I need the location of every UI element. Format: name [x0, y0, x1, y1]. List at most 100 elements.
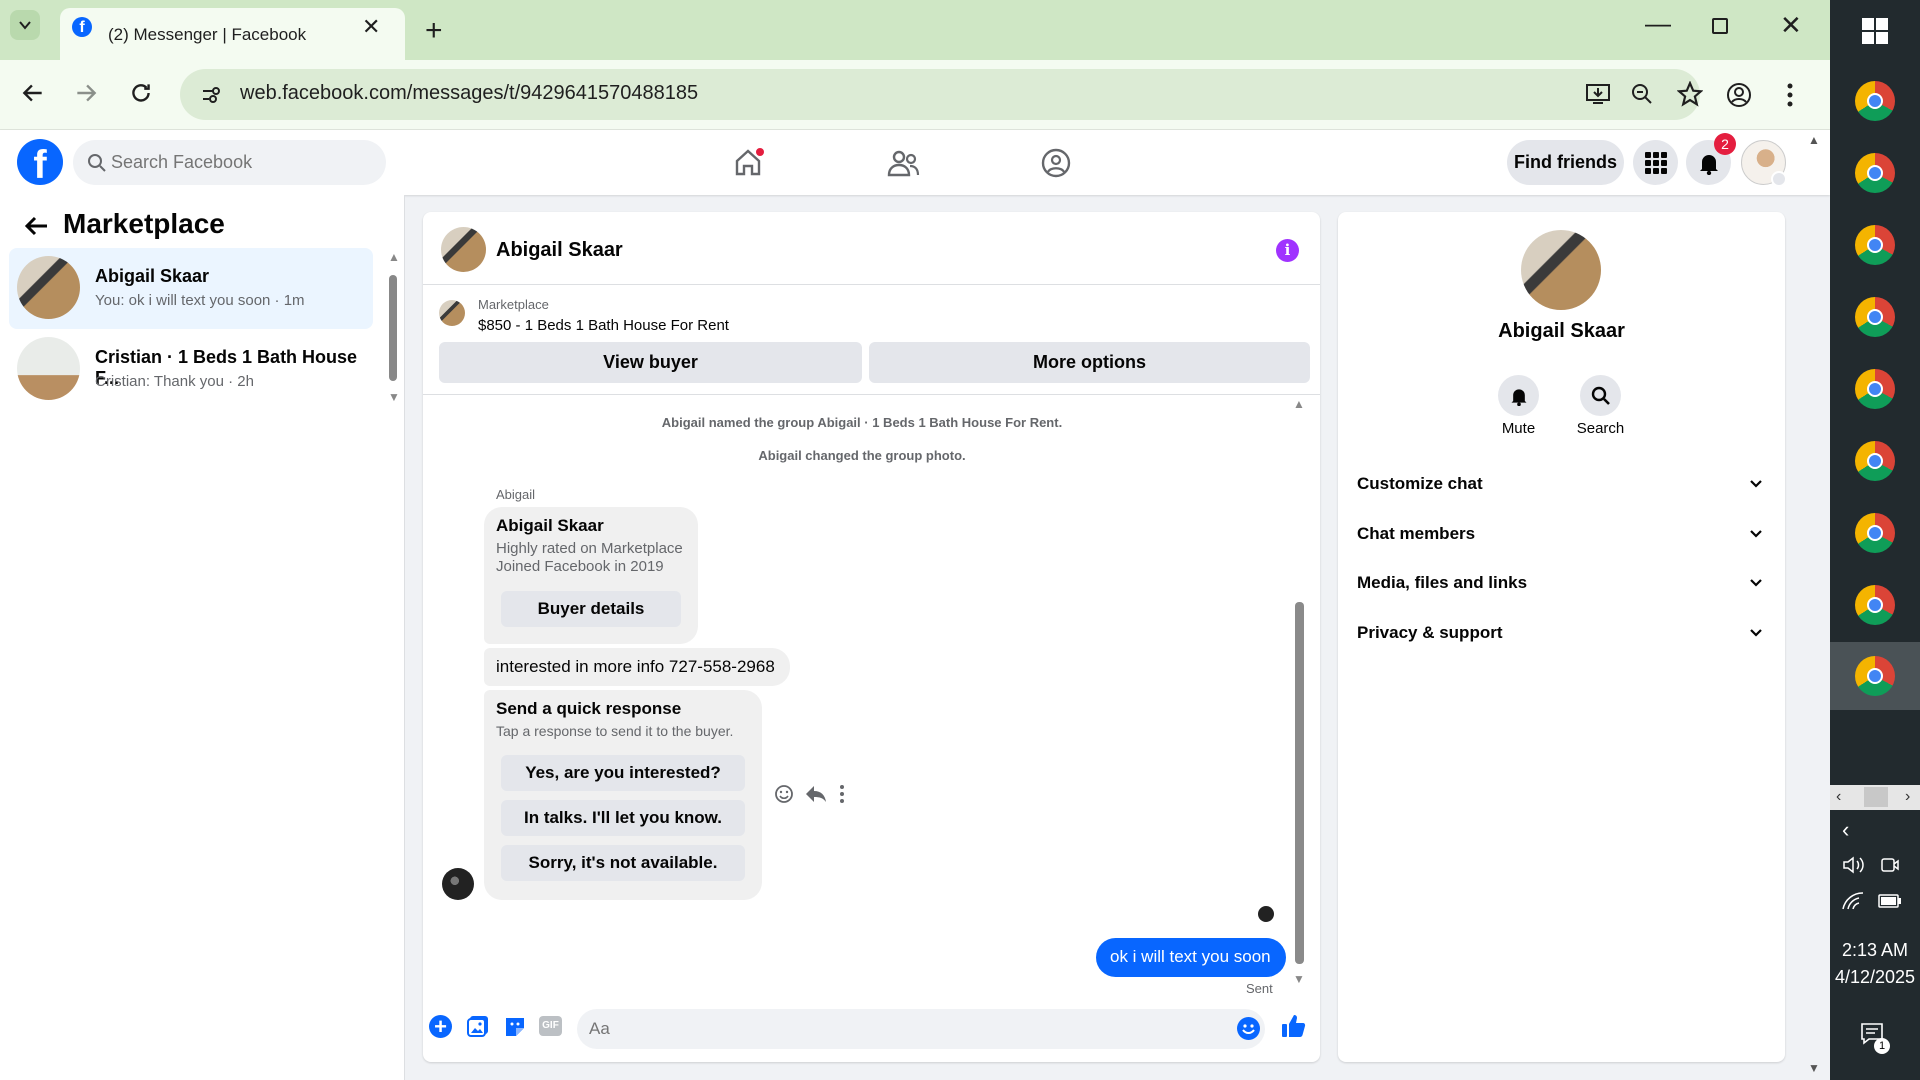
messages-scrollbar[interactable]: ▲ ▼	[1292, 397, 1306, 990]
grid-menu-icon	[1644, 151, 1667, 174]
home-nav-icon[interactable]	[732, 146, 764, 178]
buyer-card: Abigail Skaar Highly rated on Marketplac…	[484, 507, 698, 644]
windows-start-icon[interactable]	[1862, 18, 1888, 44]
chat-list-item[interactable]: Cristian · 1 Beds 1 Bath House F... Cris…	[9, 329, 373, 410]
volume-icon[interactable]	[1842, 855, 1866, 875]
message-bubble[interactable]: interested in more info 727-558-2968	[484, 648, 790, 686]
chrome-taskbar-icon-active[interactable]	[1830, 642, 1920, 710]
search-label: Search	[1576, 420, 1625, 437]
new-tab-button[interactable]: +	[425, 14, 443, 48]
close-tab-icon[interactable]: ✕	[362, 14, 380, 40]
wifi-icon[interactable]	[1842, 892, 1864, 910]
chrome-taskbar-icon[interactable]	[1830, 220, 1920, 270]
chrome-taskbar-icon[interactable]	[1830, 580, 1920, 630]
group-event-text: Abigail named the group Abigail · 1 Beds…	[423, 415, 1301, 430]
reload-icon[interactable]	[128, 80, 154, 106]
chat-title[interactable]: Abigail Skaar	[496, 239, 623, 262]
info-panel-name-wrap: Abigail Skaar	[1338, 320, 1785, 343]
react-icon[interactable]	[774, 784, 794, 804]
more-options-button[interactable]: More options	[869, 342, 1310, 383]
show-hidden-icons[interactable]: ‹	[1842, 817, 1849, 843]
info-panel-name: Abigail Skaar	[1498, 320, 1625, 342]
chevron-down-icon	[1750, 579, 1762, 587]
friends-nav-icon[interactable]	[886, 148, 920, 178]
clock-time: 2:13 AM	[1841, 940, 1909, 960]
back-icon[interactable]	[20, 80, 46, 106]
listing-thumbnail	[439, 300, 465, 326]
sticker-icon[interactable]	[503, 1014, 527, 1038]
outgoing-message-bubble[interactable]: ok i will text you soon	[1096, 938, 1286, 977]
listing-title[interactable]: $850 - 1 Beds 1 Bath House For Rent	[478, 317, 729, 334]
photo-icon[interactable]	[466, 1014, 490, 1038]
chrome-taskbar-icon[interactable]	[1830, 436, 1920, 486]
message-input[interactable]	[589, 1016, 1189, 1042]
gif-icon[interactable]: GIF	[539, 1016, 562, 1036]
buyer-card-rating: Highly rated on Marketplace	[496, 540, 683, 557]
buyer-card-name: Abigail Skaar	[496, 516, 604, 535]
message-composer[interactable]	[577, 1009, 1265, 1049]
more-options-label: More options	[1033, 352, 1146, 372]
quick-response-option[interactable]: Sorry, it's not available.	[501, 845, 745, 881]
buyer-details-button[interactable]: Buyer details	[501, 591, 681, 627]
taskbar-scroll[interactable]: ‹ ›	[1830, 785, 1920, 810]
search-icon	[87, 153, 107, 173]
chat-preview: You: ok i will text you soon · 1m	[95, 292, 305, 309]
browser-tab[interactable]: f (2) Messenger | Facebook ✕	[60, 8, 405, 60]
menu-button[interactable]	[1633, 140, 1678, 185]
quick-response-option[interactable]: Yes, are you interested?	[501, 755, 745, 791]
search-in-chat-button[interactable]	[1580, 375, 1621, 416]
bell-icon	[1511, 388, 1526, 406]
chrome-taskbar-icon[interactable]	[1830, 292, 1920, 342]
page-scrollbar[interactable]: ▲ ▼	[1805, 133, 1823, 1078]
info-section-media[interactable]: Media, files and links	[1347, 566, 1772, 600]
profile-icon[interactable]	[1725, 81, 1753, 109]
add-icon[interactable]: +	[429, 1015, 452, 1038]
find-friends-button[interactable]: Find friends	[1507, 140, 1624, 185]
search-label-wrap: Search	[1560, 420, 1641, 438]
close-window-button[interactable]: ✕	[1780, 10, 1802, 41]
chrome-taskbar-icon[interactable]	[1830, 148, 1920, 198]
sender-avatar[interactable]	[442, 868, 474, 900]
account-chevron-icon[interactable]	[1771, 171, 1787, 187]
chat-list-item[interactable]: Abigail Skaar You: ok i will text you so…	[9, 248, 373, 329]
view-buyer-button[interactable]: View buyer	[439, 342, 862, 383]
groups-nav-icon[interactable]	[1040, 147, 1072, 179]
quick-response-option[interactable]: In talks. I'll let you know.	[501, 800, 745, 836]
search-input[interactable]	[111, 149, 371, 175]
mute-button[interactable]	[1498, 375, 1539, 416]
search-facebook[interactable]	[73, 140, 386, 185]
chrome-taskbar-icon[interactable]	[1830, 76, 1920, 126]
clock[interactable]: 2:13 AM 4/12/2025	[1830, 940, 1920, 988]
chrome-taskbar-icon[interactable]	[1830, 364, 1920, 414]
facebook-favicon-icon: f	[72, 17, 92, 37]
browser-menu-icon[interactable]	[1786, 82, 1794, 108]
battery-icon[interactable]	[1878, 894, 1902, 908]
like-icon[interactable]	[1280, 1013, 1306, 1039]
action-center-count: 1	[1878, 1040, 1886, 1052]
restore-button[interactable]	[1712, 18, 1728, 34]
quick-response-title: Send a quick response	[496, 699, 682, 718]
url-text[interactable]: web.facebook.com/messages/t/942964157048…	[240, 82, 698, 105]
facebook-logo-icon[interactable]: f	[17, 139, 63, 185]
minimize-button[interactable]: —	[1645, 8, 1671, 39]
back-arrow-icon[interactable]	[24, 214, 50, 238]
zoom-icon[interactable]	[1630, 82, 1654, 106]
bookmark-star-icon[interactable]	[1677, 81, 1703, 107]
info-icon[interactable]: i	[1276, 239, 1299, 262]
emoji-icon[interactable]	[1237, 1017, 1260, 1040]
chrome-taskbar-icon[interactable]	[1830, 508, 1920, 558]
site-settings-icon[interactable]	[200, 84, 222, 106]
install-app-icon[interactable]	[1585, 82, 1611, 106]
forward-icon[interactable]	[73, 80, 99, 106]
tab-search-button[interactable]	[10, 10, 40, 40]
reply-icon[interactable]	[805, 784, 827, 804]
more-message-actions-icon[interactable]	[839, 784, 845, 804]
info-section-chat-members[interactable]: Chat members	[1347, 517, 1772, 551]
info-panel-avatar[interactable]	[1521, 230, 1601, 310]
info-section-customize-chat[interactable]: Customize chat	[1347, 467, 1772, 501]
sidebar-scrollbar[interactable]: ▲ ▼	[386, 250, 400, 405]
address-bar[interactable]: web.facebook.com/messages/t/942964157048…	[180, 69, 1703, 120]
meet-now-icon[interactable]	[1880, 855, 1900, 875]
chat-avatar[interactable]	[441, 227, 486, 272]
info-section-privacy[interactable]: Privacy & support	[1347, 616, 1772, 650]
